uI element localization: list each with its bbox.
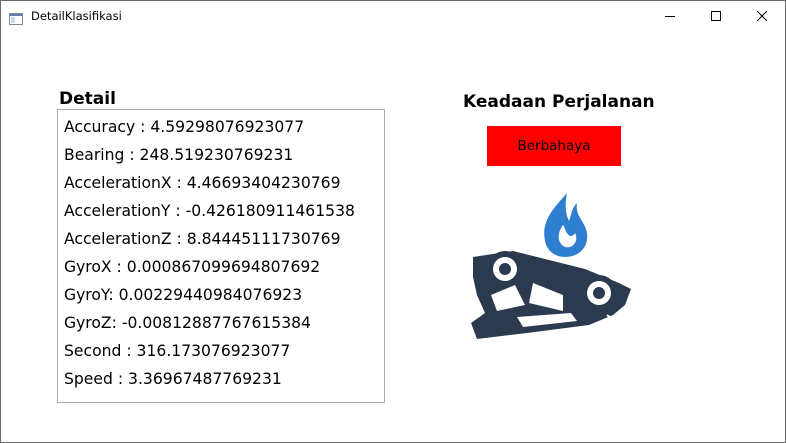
maximize-icon <box>711 11 721 21</box>
maximize-button[interactable] <box>693 1 739 31</box>
detail-acceleration-y: AccelerationY : -0.426180911461538 <box>64 202 355 220</box>
app-window: DetailKlasifikasi Detail Accuracy : 4.59… <box>0 0 786 443</box>
flame-icon <box>544 193 588 257</box>
detail-acceleration-z: AccelerationZ : 8.84445111730769 <box>64 230 341 248</box>
detail-heading: Detail <box>59 89 116 109</box>
status-heading: Keadaan Perjalanan <box>463 92 655 112</box>
title-bar[interactable]: DetailKlasifikasi <box>1 1 785 31</box>
window-title: DetailKlasifikasi <box>31 9 122 23</box>
detail-gyro-x: GyroX : 0.000867099694807692 <box>64 258 321 276</box>
detail-bearing: Bearing : 248.519230769231 <box>64 146 294 164</box>
status-badge: Berbahaya <box>487 126 621 166</box>
minimize-button[interactable] <box>647 1 693 31</box>
detail-speed: Speed : 3.36967487769231 <box>64 370 282 388</box>
detail-gyro-z: GyroZ: -0.00812887767615384 <box>64 314 311 332</box>
detail-panel: Accuracy : 4.59298076923077 Bearing : 24… <box>57 109 385 403</box>
minimize-icon <box>665 16 675 17</box>
detail-gyro-y: GyroY: 0.00229440984076923 <box>64 286 303 304</box>
detail-accuracy: Accuracy : 4.59298076923077 <box>64 118 305 136</box>
app-icon <box>9 10 23 25</box>
detail-second: Second : 316.173076923077 <box>64 342 291 360</box>
close-button[interactable] <box>739 1 785 31</box>
detail-acceleration-x: AccelerationX : 4.46693404230769 <box>64 174 341 192</box>
close-icon <box>757 11 767 21</box>
overturned-burning-car-icon <box>467 191 639 341</box>
